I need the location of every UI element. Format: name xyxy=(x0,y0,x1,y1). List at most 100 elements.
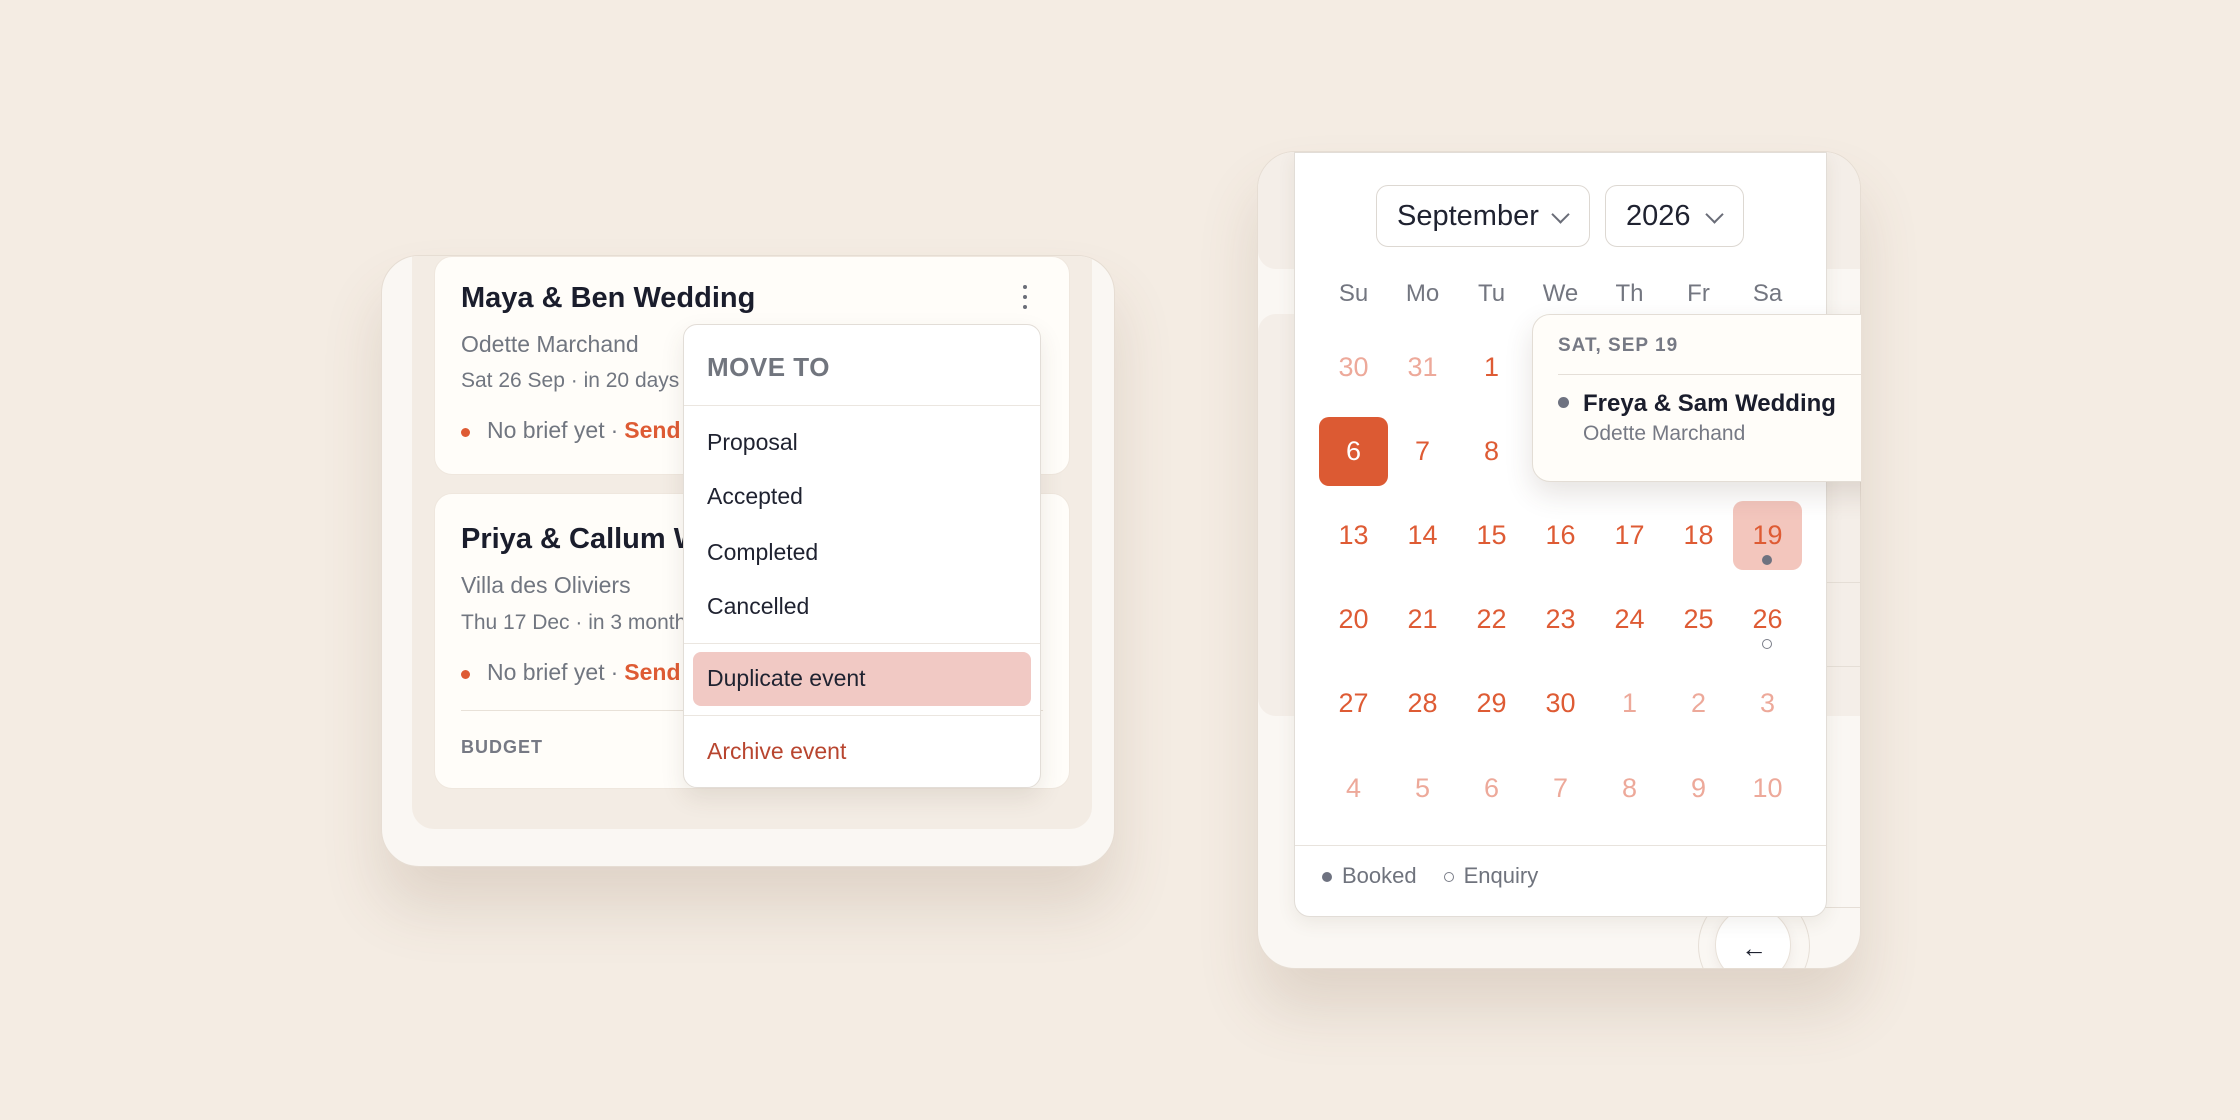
calendar-day[interactable]: 7 xyxy=(1388,417,1457,486)
calendar-day[interactable]: 23 xyxy=(1526,585,1595,654)
calendar-day[interactable]: 28 xyxy=(1388,669,1457,738)
day-number: 6 xyxy=(1345,436,1362,466)
day-number: 26 xyxy=(1752,604,1783,634)
day-number: 20 xyxy=(1338,604,1369,634)
menu-divider xyxy=(684,715,1040,716)
calendar-day-outside[interactable]: 7 xyxy=(1526,754,1595,823)
calendar-day-outside[interactable]: 3 xyxy=(1733,669,1802,738)
day-number: 17 xyxy=(1614,520,1645,550)
day-number: 4 xyxy=(1345,773,1362,803)
calendar-day[interactable]: 29 xyxy=(1457,669,1526,738)
calendar-day-outside[interactable]: 10 xyxy=(1733,754,1802,823)
calendar-day[interactable]: 1 xyxy=(1457,333,1526,402)
day-number: 5 xyxy=(1759,352,1776,382)
day-number: 4 xyxy=(1690,352,1707,382)
calendar-day[interactable]: 16 xyxy=(1526,501,1595,570)
calendar-day[interactable]: 20 xyxy=(1319,585,1388,654)
calendar-day[interactable]: 30 xyxy=(1526,669,1595,738)
menu-item-duplicate[interactable]: Duplicate event xyxy=(707,665,866,692)
menu-item-completed[interactable]: Completed xyxy=(707,539,818,566)
menu-item-proposal[interactable]: Proposal xyxy=(707,429,798,456)
calendar-day[interactable]: 18 xyxy=(1664,501,1733,570)
day-number: 3 xyxy=(1759,688,1776,718)
calendar-day[interactable]: 25 xyxy=(1664,585,1733,654)
calendar-day-outside[interactable]: 30 xyxy=(1319,333,1388,402)
chevron-down-icon xyxy=(1551,205,1570,224)
day-number: 16 xyxy=(1545,520,1576,550)
calendar-day[interactable]: 12 xyxy=(1733,417,1802,486)
day-number: 28 xyxy=(1407,688,1438,718)
calendar-day[interactable]: 4 xyxy=(1664,333,1733,402)
status-dot-icon xyxy=(461,670,470,679)
menu-header: MOVE TO xyxy=(707,352,830,382)
legend-booked-label: Booked xyxy=(1342,863,1417,888)
calendar-day[interactable]: 17 xyxy=(1595,501,1664,570)
calendar-day[interactable]: 10 xyxy=(1595,417,1664,486)
move-to-menu: MOVE TO Proposal Accepted Completed Canc… xyxy=(683,324,1041,788)
calendar-day[interactable]: 8 xyxy=(1457,417,1526,486)
menu-item-accepted[interactable]: Accepted xyxy=(707,483,803,510)
calendar-day[interactable]: 14 xyxy=(1388,501,1457,570)
day-number: 7 xyxy=(1552,773,1569,803)
send-brief-link[interactable]: Send xyxy=(624,417,680,444)
day-number: 9 xyxy=(1552,436,1569,466)
brief-separator: · xyxy=(610,417,619,443)
day-number: 25 xyxy=(1683,604,1714,634)
calendar-day-selected[interactable]: 19 xyxy=(1733,501,1802,570)
menu-item-cancelled[interactable]: Cancelled xyxy=(707,593,809,620)
day-number: 1 xyxy=(1621,688,1638,718)
brief-status: No brief yet · Send xyxy=(461,659,681,686)
calendar-day[interactable]: 5 xyxy=(1733,333,1802,402)
calendar-day-outside[interactable]: 31 xyxy=(1388,333,1457,402)
date-picker: September 2026 Su Mo Tu We Th Fr Sa 30 31 1 2 3 4 5 6… xyxy=(1294,152,1827,917)
calendar-day[interactable]: 13 xyxy=(1319,501,1388,570)
calendar-day-outside[interactable]: 4 xyxy=(1319,754,1388,823)
weekday-label: Sa xyxy=(1752,280,1783,307)
calendar-day[interactable]: 21 xyxy=(1388,585,1457,654)
calendar-day[interactable]: 27 xyxy=(1319,669,1388,738)
calendar-day[interactable]: 9 xyxy=(1526,417,1595,486)
day-number: 12 xyxy=(1752,436,1783,466)
enquiry-dot-icon xyxy=(1762,639,1772,649)
event-venue: Villa des Oliviers xyxy=(461,572,631,598)
year-select[interactable]: 2026 xyxy=(1605,185,1744,247)
divider xyxy=(1295,845,1826,846)
day-number: 2 xyxy=(1690,688,1707,718)
day-number: 13 xyxy=(1338,520,1369,550)
weekday-label: Mo xyxy=(1405,280,1440,307)
day-number: 18 xyxy=(1683,520,1714,550)
calendar-day[interactable]: 24 xyxy=(1595,585,1664,654)
menu-divider xyxy=(684,643,1040,644)
calendar-day[interactable]: 26 xyxy=(1733,585,1802,654)
year-select-value: 2026 xyxy=(1626,199,1691,232)
month-select[interactable]: September xyxy=(1376,185,1590,247)
calendar-day[interactable]: 15 xyxy=(1457,501,1526,570)
day-number: 1 xyxy=(1483,352,1500,382)
day-number: 5 xyxy=(1414,773,1431,803)
day-number: 2 xyxy=(1552,352,1569,382)
calendar-day[interactable]: 22 xyxy=(1457,585,1526,654)
day-number: 30 xyxy=(1338,352,1369,382)
day-number: 14 xyxy=(1407,520,1438,550)
calendar-day[interactable]: 11 xyxy=(1664,417,1733,486)
arrow-left-icon: ← xyxy=(1741,933,1767,963)
calendar-day-outside[interactable]: 8 xyxy=(1595,754,1664,823)
calendar-day-outside[interactable]: 6 xyxy=(1457,754,1526,823)
send-brief-link[interactable]: Send xyxy=(624,659,680,686)
day-number: 6 xyxy=(1483,773,1500,803)
brief-status-text: No brief yet xyxy=(487,417,605,443)
calendar-day[interactable]: 2 xyxy=(1526,333,1595,402)
calendar-day-outside[interactable]: 1 xyxy=(1595,669,1664,738)
more-options-icon[interactable] xyxy=(1021,285,1029,309)
menu-item-archive[interactable]: Archive event xyxy=(707,738,846,765)
day-number: 29 xyxy=(1476,688,1507,718)
day-number: 11 xyxy=(1684,436,1713,466)
calendar-panel: ← September 2026 Su Mo Tu We Th Fr Sa 30 31 1 2 3 4… xyxy=(1257,151,1861,969)
calendar-day-outside[interactable]: 9 xyxy=(1664,754,1733,823)
calendar-day-outside[interactable]: 2 xyxy=(1664,669,1733,738)
calendar-day[interactable]: 3 xyxy=(1595,333,1664,402)
day-number: 21 xyxy=(1407,604,1438,634)
day-number: 31 xyxy=(1407,352,1438,382)
calendar-day-today[interactable]: 6 xyxy=(1319,417,1388,486)
calendar-day-outside[interactable]: 5 xyxy=(1388,754,1457,823)
